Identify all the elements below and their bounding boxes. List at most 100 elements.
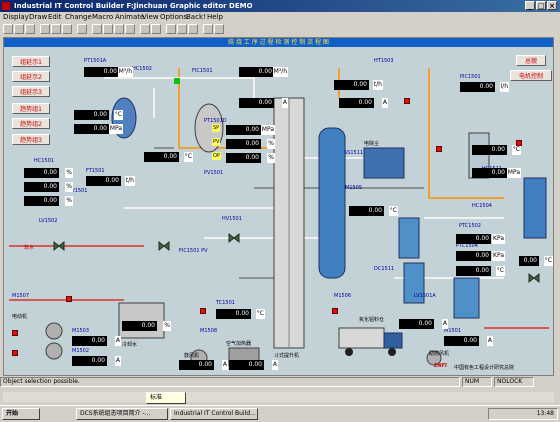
run-icon[interactable] — [203, 24, 213, 34]
taskbar-item-control-builder[interactable]: Industrial IT Control Build... — [170, 408, 258, 420]
motor-control-button[interactable]: 电机控制 — [510, 70, 552, 81]
menu-back[interactable]: Back! — [186, 12, 206, 22]
current-value-2: 0.00 A — [339, 98, 388, 108]
blower-label: 鼓风机 — [184, 353, 200, 359]
zoom-in-icon[interactable] — [140, 24, 150, 34]
m1507-status-indicator[interactable] — [66, 296, 72, 302]
trend-group-2-button[interactable]: 趋势组2 — [12, 118, 50, 129]
menu-view[interactable]: View — [142, 12, 159, 22]
text-tool-icon[interactable] — [125, 24, 135, 34]
maximize-button[interactable]: □ — [536, 1, 546, 10]
menu-edit[interactable]: Edit — [48, 12, 62, 22]
tag-lv1501a: LV1501A — [414, 293, 436, 299]
system-tray: 13:48 — [488, 408, 558, 420]
dust-collector-label: 电除尘 — [364, 141, 380, 147]
tc1501-value: 0.00 °C — [216, 309, 265, 319]
menu-help[interactable]: Help — [207, 12, 223, 22]
rect-tool-icon[interactable] — [103, 24, 113, 34]
ptc1502-value: 0.00 KPa — [456, 234, 505, 244]
dust-collector — [363, 147, 405, 179]
menu-animate[interactable]: Animate — [115, 12, 144, 22]
ungroup-icon[interactable] — [177, 24, 187, 34]
undo-icon[interactable] — [77, 24, 87, 34]
save-icon[interactable] — [25, 24, 35, 34]
tag-fic1501: FIC1501 — [192, 68, 213, 74]
pic1501-value: 0.00 l/h — [460, 82, 509, 92]
m1503-current: 0.00 A — [72, 336, 121, 346]
paste-icon[interactable] — [62, 24, 72, 34]
soft-water-label: 软水 — [24, 245, 35, 251]
cut-icon[interactable] — [40, 24, 50, 34]
new-icon[interactable] — [3, 24, 13, 34]
group-icon[interactable] — [166, 24, 176, 34]
group-display-2-button[interactable]: 组延示2 — [12, 71, 50, 82]
taskbar-item-control-builder-label: Industrial IT Control Build... — [174, 410, 256, 417]
menu-options[interactable]: Options — [160, 12, 187, 22]
help-icon[interactable] — [214, 24, 224, 34]
menu-draw[interactable]: Draw — [29, 12, 47, 22]
menu-macro[interactable]: Macro — [92, 12, 113, 22]
tag-m1506: M1506 — [334, 293, 352, 299]
m1501-current: 0.00 A — [444, 336, 493, 346]
ime-indicator[interactable]: 标准 — [146, 392, 186, 404]
start-button[interactable]: 开始 — [2, 408, 40, 420]
pv-label: PV — [212, 138, 221, 146]
hc1511-temp: 0.00 °C — [472, 145, 521, 155]
ime-label: 标准 — [150, 394, 163, 401]
pump-label: 电动机 — [12, 314, 28, 320]
feed-rate-value: 0.00 t/h — [334, 80, 383, 90]
align-icon[interactable] — [188, 24, 198, 34]
minimize-button[interactable]: _ — [525, 1, 535, 10]
hc1502-status-indicator[interactable] — [174, 78, 180, 84]
truck-wheel-1 — [345, 348, 353, 356]
ht1503-status-indicator[interactable] — [404, 98, 410, 104]
horizontal-scrollbar[interactable] — [3, 392, 554, 402]
menu-display[interactable]: Display — [3, 12, 29, 22]
group-display-3-button[interactable]: 组延示3 — [12, 86, 50, 97]
tag-dc1511: DC1511 — [374, 266, 395, 272]
sp-label: SP — [212, 124, 221, 132]
pv-value: 0.00% — [226, 139, 275, 149]
m1502-status-indicator[interactable] — [12, 350, 18, 356]
m1508-status-indicator[interactable] — [200, 308, 206, 314]
taskbar-item-dcs[interactable]: DCS系统组态项目简介 -... — [76, 408, 168, 420]
close-button[interactable]: × — [547, 1, 557, 10]
taskbar: 开始 DCS系统组态项目简介 -... Industrial IT Contro… — [0, 392, 560, 422]
tower-temp: 0.00 °C — [519, 256, 553, 266]
hc1511-status-indicator[interactable] — [436, 146, 442, 152]
trend-group-1-button[interactable]: 趋势组1 — [12, 103, 50, 114]
bucket-elevator-label: 斗式提升机 — [274, 353, 300, 359]
truck-tank — [338, 327, 385, 349]
tag-m1508: M1508 — [200, 328, 218, 334]
taskbar-item-dcs-label: DCS系统组态项目简介 -... — [80, 410, 151, 417]
menu-bar: Display Draw Edit Change Macro Animate V… — [0, 12, 560, 22]
status-message: Object selection possible. — [0, 377, 460, 387]
group-display-1-button[interactable]: 组延示1 — [12, 56, 50, 67]
calciner-column — [318, 127, 346, 279]
trend-group-3-button[interactable]: 趋势组3 — [12, 134, 50, 145]
line-tool-icon[interactable] — [92, 24, 102, 34]
level-value-2: 0.00% — [24, 182, 73, 192]
clock: 13:48 — [536, 410, 554, 417]
copy-icon[interactable] — [51, 24, 61, 34]
m1502-current: 0.00 A — [72, 356, 121, 366]
ellipse-tool-icon[interactable] — [114, 24, 124, 34]
zoom-out-icon[interactable] — [151, 24, 161, 34]
tag-m1505: M1505 — [345, 185, 363, 191]
tag-ft1501: FT1501 — [86, 168, 105, 174]
current-value-1: 0.00 A — [239, 98, 288, 108]
menu-change[interactable]: Change — [65, 12, 92, 22]
pump-motor-2 — [45, 342, 63, 360]
overview-button[interactable]: 总貌 — [516, 55, 546, 66]
level-value-3: 0.00% — [24, 196, 73, 206]
toolbar — [0, 22, 560, 36]
ptc1504-value: 0.00 KPa — [456, 251, 505, 261]
m1506-status-indicator[interactable] — [332, 308, 338, 314]
m1503-status-indicator[interactable] — [12, 330, 18, 336]
water-tank-label: 冷却水 — [122, 342, 138, 348]
air-heater-label: 空气加热器 — [226, 341, 252, 347]
open-icon[interactable] — [14, 24, 24, 34]
temp-value-2: 0.00 °C — [144, 152, 193, 162]
right-status-indicator[interactable] — [516, 140, 522, 146]
heater-current: 0.00 A — [229, 360, 278, 370]
